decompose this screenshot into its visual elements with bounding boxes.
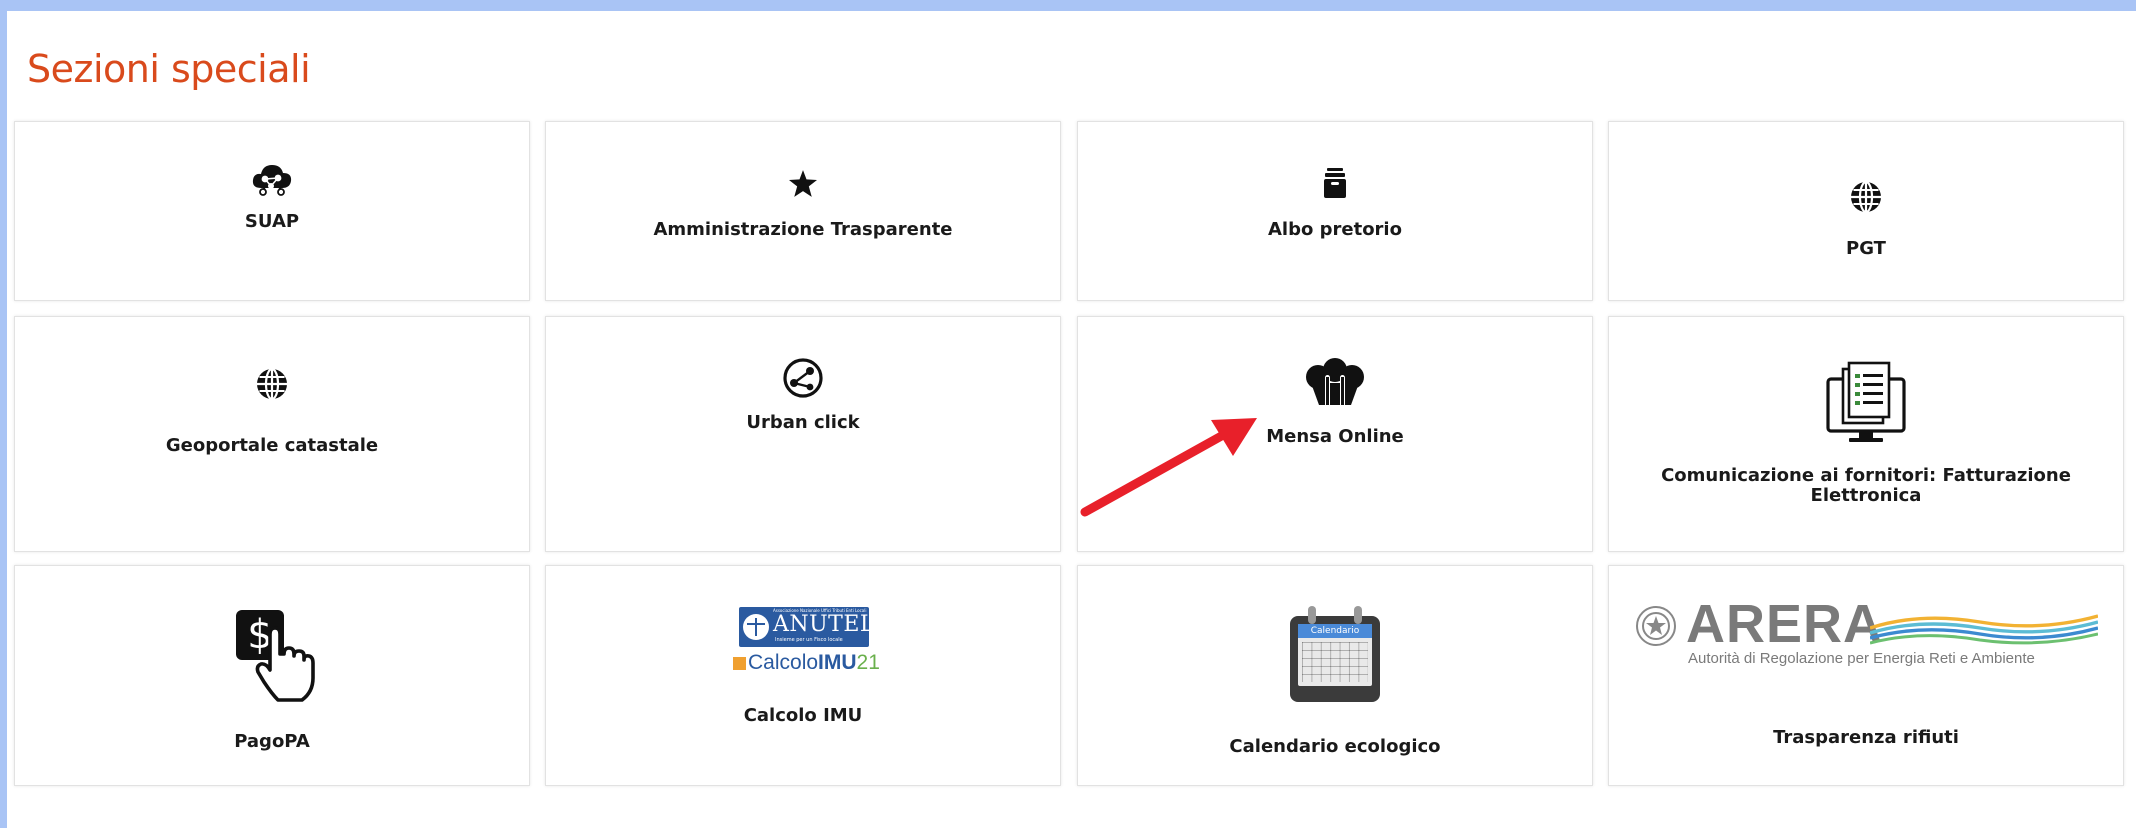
- anutel-sub: Insieme per un Fisco locale: [775, 637, 843, 643]
- network-circle-icon: [783, 358, 823, 398]
- card-label: Urban click: [746, 412, 860, 433]
- card-label: Amministrazione Trasparente: [653, 219, 953, 240]
- card-label: PagoPA: [234, 731, 310, 752]
- globe-icon: [1851, 180, 1881, 214]
- chef-hat-cutlery-icon: [1306, 358, 1364, 407]
- arera-logo: ARERA Autorità di Regolazione per Energi…: [1634, 594, 2098, 670]
- card-urban-click[interactable]: Urban click: [545, 316, 1061, 552]
- card-label: Trasparenza rifiuti: [1773, 727, 1959, 748]
- card-geoportale-catastale[interactable]: Geoportale catastale: [14, 316, 530, 552]
- card-label: Comunicazione ai fornitori: Fatturazione…: [1661, 465, 2071, 506]
- pagopa-dollar-click-icon: $: [236, 610, 315, 702]
- anutel-banner: Associazione Nazionale Uffici Tributi En…: [739, 607, 875, 647]
- card-pgt[interactable]: PGT: [1608, 121, 2124, 301]
- globe-icon: [257, 367, 287, 401]
- arera-name: ARERA: [1686, 594, 1884, 654]
- card-trasparenza-rifiuti[interactable]: ARERA Autorità di Regolazione per Energi…: [1608, 565, 2124, 786]
- waves-icon: [1870, 614, 2098, 645]
- anutel-calcolo-imu-logo: Associazione Nazionale Uffici Tributi En…: [733, 607, 880, 677]
- card-calcolo-imu[interactable]: Associazione Nazionale Uffici Tributi En…: [545, 565, 1061, 786]
- card-label: Albo pretorio: [1268, 219, 1402, 240]
- scales-icon: [743, 614, 769, 640]
- calendar-header: Calendario: [1310, 626, 1360, 636]
- cloud-network-icon: [252, 165, 292, 196]
- card-label: Mensa Online: [1266, 426, 1404, 447]
- card-label: Calendario ecologico: [1229, 736, 1441, 757]
- card-mensa-online[interactable]: Mensa Online: [1077, 316, 1593, 552]
- card-suap[interactable]: SUAP: [14, 121, 530, 301]
- card-calendario-ecologico[interactable]: Calendario Calendario ecologico: [1077, 565, 1593, 786]
- card-label: Calcolo IMU: [743, 705, 863, 726]
- calcolo-text: Calcolo: [748, 651, 819, 674]
- card-label: Geoportale catastale: [165, 435, 379, 456]
- archive-box-icon: [1324, 168, 1346, 198]
- monitor-invoice-icon: [1826, 361, 1906, 442]
- card-amministrazione-trasparente[interactable]: Amministrazione Trasparente: [545, 121, 1061, 301]
- calcolo-imu-wordmark: CalcoloIMU21: [733, 651, 880, 675]
- year-text: 21: [856, 651, 880, 674]
- grid-icon: [733, 657, 746, 670]
- emblem-icon: [1636, 606, 1676, 646]
- card-pagopa[interactable]: $ PagoPA: [14, 565, 530, 786]
- card-label: SUAP: [244, 211, 300, 232]
- anutel-name: ANUTEL: [773, 612, 876, 637]
- imu-text: IMU: [818, 651, 857, 674]
- arera-tagline: Autorità di Regolazione per Energia Reti…: [1688, 650, 2035, 667]
- card-albo-pretorio[interactable]: Albo pretorio: [1077, 121, 1593, 301]
- card-label: PGT: [1846, 238, 1886, 259]
- calendar-icon: Calendario: [1290, 606, 1380, 702]
- star-icon: [789, 170, 817, 197]
- card-fatturazione-elettronica[interactable]: Comunicazione ai fornitori: Fatturazione…: [1608, 316, 2124, 552]
- section-title: Sezioni speciali: [27, 47, 311, 91]
